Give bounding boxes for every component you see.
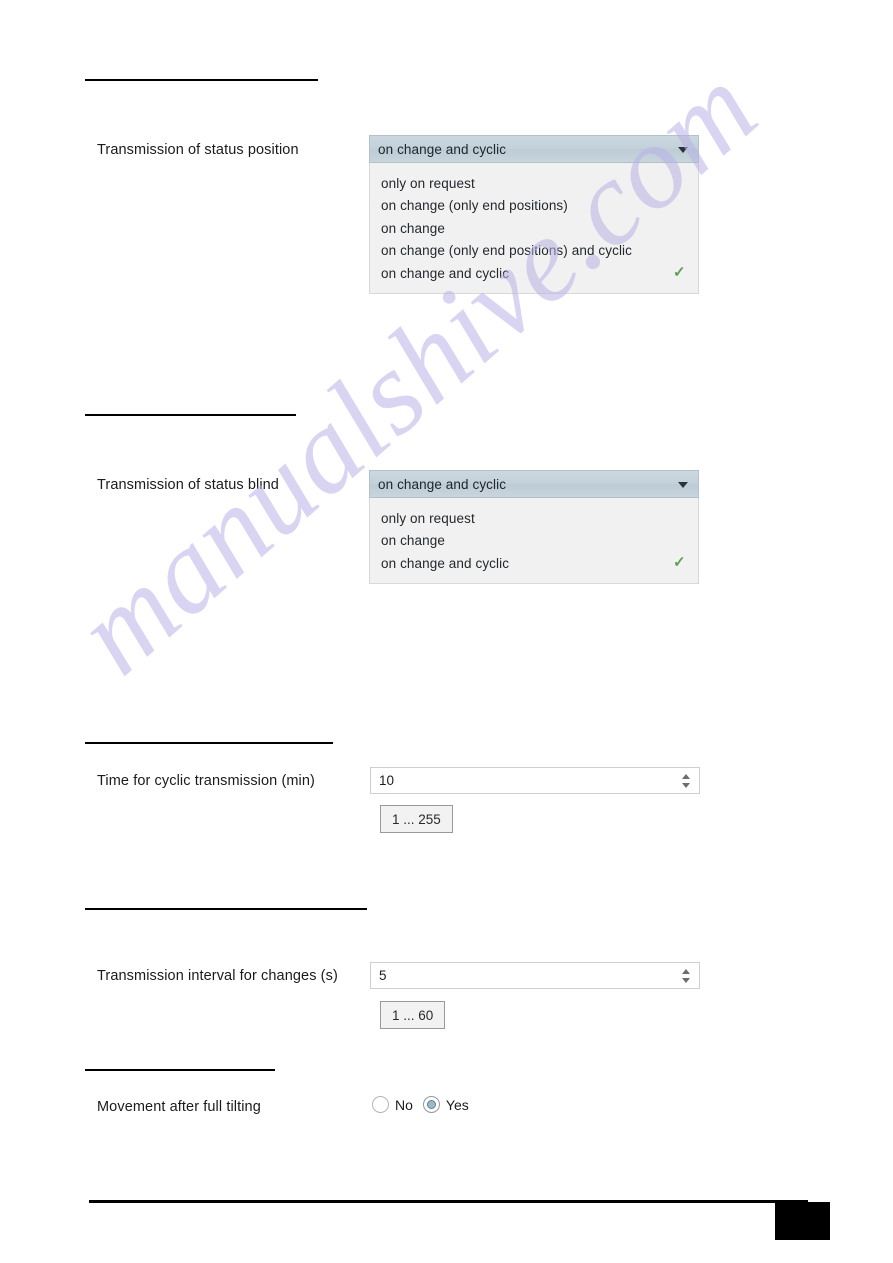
- manual-page: manualshive.com Transmission of status p…: [0, 0, 893, 1263]
- dropdown-option-label: on change and cyclic: [381, 555, 510, 571]
- dropdown-option[interactable]: on change: [370, 217, 698, 240]
- spinner-value: 5: [379, 968, 387, 983]
- range-hint-time-for-cyclic-transmission: 1 ... 255: [380, 805, 453, 833]
- section-divider-2: [85, 414, 296, 416]
- footer-divider: [89, 1200, 808, 1203]
- dropdown-selected-value: on change and cyclic: [378, 476, 507, 492]
- label-transmission-interval-for-changes: Transmission interval for changes (s): [97, 968, 338, 984]
- dropdown-option[interactable]: only on request: [370, 507, 698, 530]
- section-divider-5: [85, 1069, 275, 1071]
- spinner-time-for-cyclic-transmission[interactable]: 10: [370, 767, 700, 794]
- check-icon: ✓: [673, 264, 686, 282]
- radio-option-yes[interactable]: Yes: [422, 1096, 469, 1113]
- dropdown-option-label: on change and cyclic: [381, 265, 510, 281]
- check-icon: ✓: [673, 554, 686, 572]
- section-divider-1: [85, 79, 318, 81]
- spinner-transmission-interval-for-changes[interactable]: 5: [370, 962, 700, 989]
- radio-label-yes: Yes: [445, 1096, 469, 1113]
- section-divider-3: [85, 742, 333, 744]
- dropdown-option-label: only on request: [381, 175, 475, 191]
- spinner-buttons[interactable]: [679, 768, 693, 793]
- radio-option-no[interactable]: No: [372, 1096, 413, 1113]
- dropdown-option-list: only on request on change on change and …: [369, 498, 699, 584]
- spinner-decrement-icon[interactable]: [682, 977, 690, 983]
- dropdown-option-label: on change: [381, 220, 445, 236]
- spinner-decrement-icon[interactable]: [682, 782, 690, 788]
- radio-button-yes[interactable]: [422, 1096, 440, 1113]
- dropdown-option[interactable]: on change: [370, 530, 698, 553]
- section-divider-4: [85, 908, 367, 910]
- range-hint-transmission-interval-for-changes: 1 ... 60: [380, 1001, 446, 1029]
- label-transmission-of-status-position: Transmission of status position: [97, 142, 299, 158]
- radio-group-movement-after-full-tilting: No Yes: [372, 1096, 469, 1113]
- dropdown-transmission-of-status-position[interactable]: on change and cyclic only on request on …: [369, 135, 699, 294]
- spinner-increment-icon[interactable]: [682, 968, 690, 974]
- label-transmission-of-status-blind: Transmission of status blind: [97, 477, 279, 493]
- dropdown-transmission-of-status-blind[interactable]: on change and cyclic only on request on …: [369, 470, 699, 584]
- dropdown-option-list: only on request on change (only end posi…: [369, 163, 699, 294]
- spinner-value: 10: [379, 773, 395, 788]
- dropdown-option[interactable]: only on request: [370, 172, 698, 195]
- spinner-increment-icon[interactable]: [682, 773, 690, 779]
- dropdown-option[interactable]: on change (only end positions) and cycli…: [370, 240, 698, 263]
- dropdown-option-label: on change: [381, 533, 445, 549]
- radio-label-no: No: [395, 1096, 413, 1113]
- label-movement-after-full-tilting: Movement after full tilting: [97, 1099, 261, 1115]
- chevron-down-icon[interactable]: [678, 147, 688, 153]
- dropdown-field[interactable]: on change and cyclic: [369, 470, 699, 498]
- dropdown-option-label: on change (only end positions): [381, 198, 568, 214]
- dropdown-option-label: on change (only end positions) and cycli…: [381, 243, 632, 259]
- footer-page-marker: [775, 1202, 830, 1240]
- dropdown-selected-value: on change and cyclic: [378, 141, 507, 157]
- chevron-down-icon[interactable]: [678, 482, 688, 488]
- label-time-for-cyclic-transmission: Time for cyclic transmission (min): [97, 773, 315, 789]
- spinner-buttons[interactable]: [679, 963, 693, 988]
- dropdown-field[interactable]: on change and cyclic: [369, 135, 699, 163]
- dropdown-option-selected[interactable]: on change and cyclic ✓: [370, 552, 698, 575]
- radio-button-no[interactable]: [372, 1096, 389, 1113]
- dropdown-option-label: only on request: [381, 510, 475, 526]
- dropdown-option-selected[interactable]: on change and cyclic ✓: [370, 262, 698, 285]
- dropdown-option[interactable]: on change (only end positions): [370, 195, 698, 218]
